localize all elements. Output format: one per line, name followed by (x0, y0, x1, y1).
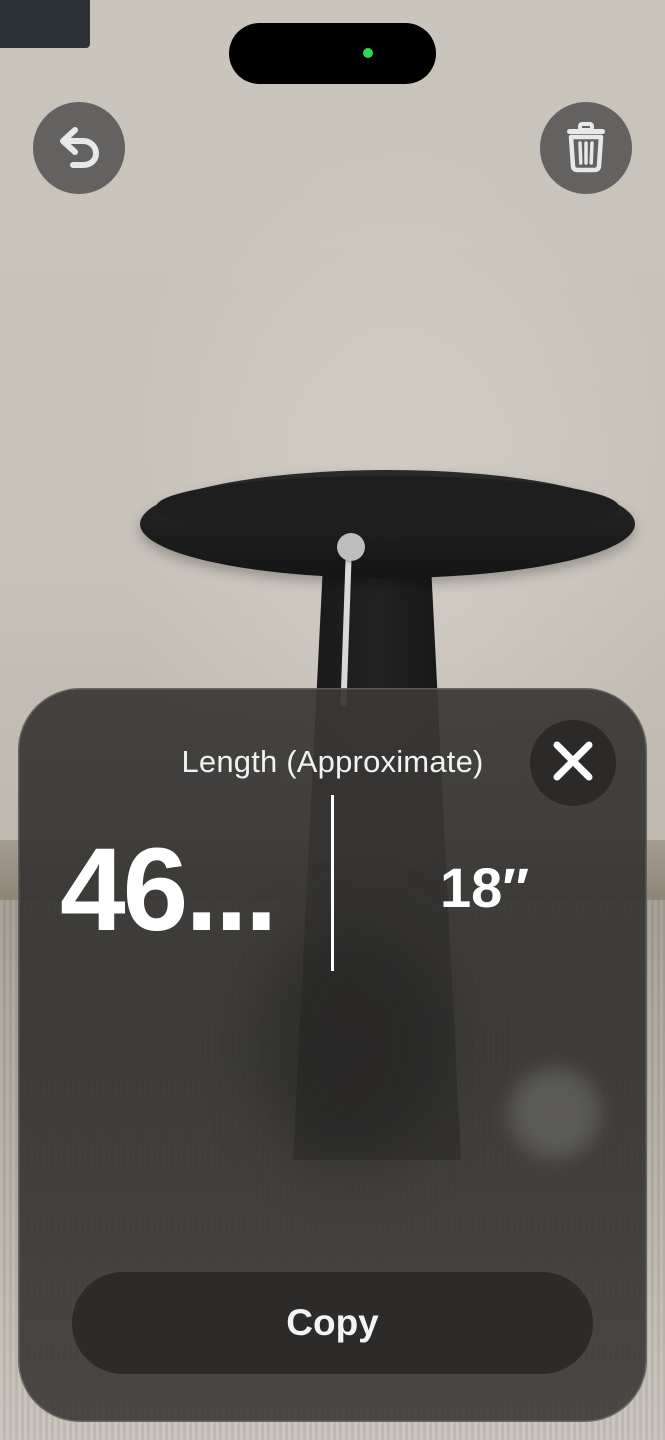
camera-indicator-dot (363, 48, 373, 58)
undo-arrow-icon (51, 118, 107, 179)
secondary-measurement-value: 18″ (440, 856, 530, 919)
table-top-surface (156, 476, 619, 538)
close-button[interactable] (530, 720, 616, 806)
measurement-point[interactable] (337, 533, 365, 561)
blurred-background-shape (258, 918, 448, 1168)
delete-button[interactable] (540, 102, 632, 194)
tv-corner (0, 0, 90, 48)
blurred-background-spot (510, 1068, 600, 1158)
dynamic-island (229, 23, 436, 84)
primary-measurement-value: 46... (60, 824, 278, 956)
close-x-icon (551, 739, 595, 788)
undo-button[interactable] (33, 102, 125, 194)
value-divider (331, 795, 334, 971)
copy-button[interactable]: Copy (72, 1272, 593, 1374)
trash-icon (558, 118, 614, 179)
